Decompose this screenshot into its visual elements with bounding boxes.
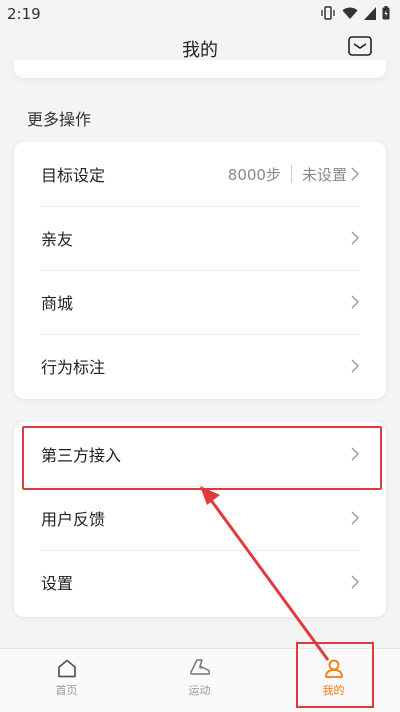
annotation-highlight-third-party: [22, 426, 382, 490]
section-title-more-actions: 更多操作: [27, 110, 92, 129]
chevron-right-icon: [351, 231, 359, 245]
row-label: 商城: [41, 294, 74, 313]
chevron-right-icon: [351, 575, 359, 589]
chevron-right-icon: [351, 359, 359, 373]
tab-label: 首页: [55, 684, 78, 697]
row-label: 设置: [41, 574, 74, 593]
chevron-right-icon: [351, 295, 359, 309]
row-behavior-annotation[interactable]: 行为标注: [14, 334, 386, 398]
tab-label: 运动: [188, 684, 211, 697]
row-friends[interactable]: 亲友: [14, 206, 386, 270]
row-user-feedback[interactable]: 用户反馈: [14, 486, 386, 550]
page-title: 我的: [182, 40, 218, 61]
status-bar: 2:19: [0, 0, 400, 30]
chevron-right-icon: [351, 167, 359, 181]
more-actions-card: 目标设定 8000步 未设置 亲友 商城 行为标注: [14, 142, 386, 399]
annotation-highlight-mine-tab: [296, 642, 374, 708]
tab-home[interactable]: 首页: [0, 649, 133, 712]
divider: [290, 165, 292, 183]
status-time: 2:19: [7, 5, 41, 23]
tab-sport[interactable]: 运动: [133, 649, 266, 712]
row-label: 亲友: [41, 230, 74, 249]
home-icon: [57, 659, 76, 678]
signal-icon: [364, 6, 376, 20]
chevron-right-icon: [351, 511, 359, 525]
row-goal-setting[interactable]: 目标设定 8000步 未设置: [14, 142, 386, 206]
vibrate-icon: [321, 6, 335, 20]
profile-card-remnant: [14, 60, 386, 78]
battery-icon: [382, 6, 390, 20]
status-icons: [320, 6, 390, 20]
shoe-icon: [189, 659, 210, 675]
row-label: 行为标注: [41, 358, 106, 377]
mail-icon[interactable]: [348, 36, 372, 56]
goal-steps-value: 8000步: [227, 165, 281, 184]
goal-info: 8000步 未设置: [228, 164, 360, 185]
goal-status: 未设置: [301, 165, 347, 184]
row-settings[interactable]: 设置: [14, 550, 386, 614]
row-mall[interactable]: 商城: [14, 270, 386, 334]
wifi-icon: [342, 7, 358, 19]
row-label: 用户反馈: [41, 510, 106, 529]
row-label: 目标设定: [41, 166, 106, 185]
